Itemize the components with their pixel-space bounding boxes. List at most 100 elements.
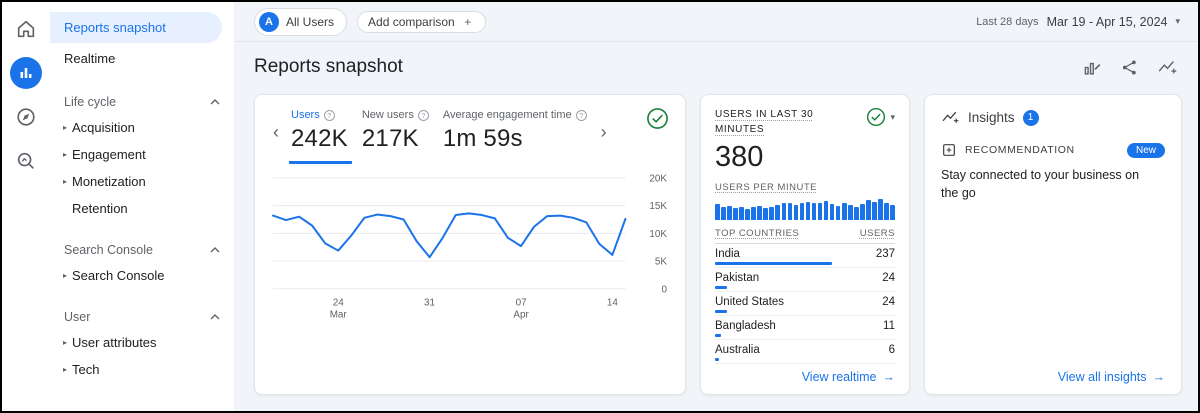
- sidebar-item-reports-snapshot[interactable]: Reports snapshot: [50, 12, 222, 43]
- sidebar-item-engagement[interactable]: ▸ Engagement: [50, 141, 234, 168]
- country-bar: [715, 334, 721, 337]
- country-bar-track: [715, 286, 832, 289]
- realtime-header: USERS IN LAST 30 MINUTES ▾: [715, 107, 895, 137]
- per-minute-bar: [721, 207, 726, 220]
- section-header-user[interactable]: User: [50, 305, 234, 329]
- table-header: TOP COUNTRIES USERS: [715, 222, 895, 244]
- nav-home-button[interactable]: [2, 10, 50, 48]
- users-per-minute-label: USERS PER MINUTE: [715, 182, 895, 193]
- per-minute-bar: [830, 204, 835, 220]
- per-minute-bar: [763, 208, 768, 220]
- realtime-check-icon: [866, 107, 886, 127]
- metric-avg-engagement-time[interactable]: Average engagement time ? 1m 59s: [441, 107, 591, 164]
- top-countries-table: TOP COUNTRIES USERS India 237 Pakistan: [715, 222, 895, 364]
- insights-panel-button[interactable]: [1157, 58, 1178, 77]
- sidebar-section-search-console: Search Console ▸ Search Console: [50, 238, 234, 289]
- per-minute-bar: [745, 209, 750, 220]
- date-range-picker[interactable]: Last 28 days Mar 19 - Apr 15, 2024 ▾: [976, 15, 1180, 29]
- per-minute-bar: [751, 207, 756, 220]
- explore-icon: [15, 106, 37, 128]
- svg-text:10K: 10K: [649, 229, 667, 240]
- table-row[interactable]: Bangladesh 11: [715, 316, 895, 340]
- table-row[interactable]: Pakistan 24: [715, 268, 895, 292]
- col-users: USERS: [860, 228, 895, 239]
- sidebar-item-monetization[interactable]: ▸ Monetization: [50, 168, 234, 195]
- metrics-prev-button[interactable]: ‹: [271, 123, 281, 141]
- per-minute-bar: [739, 207, 744, 220]
- insights-header: Insights 1: [941, 109, 1165, 126]
- chevron-up-icon: [210, 99, 220, 105]
- per-minute-bar: [788, 203, 793, 220]
- metric-label: New users: [362, 109, 414, 121]
- sidebar-item-search-console[interactable]: ▸ Search Console: [50, 262, 234, 289]
- per-minute-bar: [848, 205, 853, 220]
- country-name: Pakistan: [715, 272, 759, 284]
- sidebar-item-tech[interactable]: ▸ Tech: [50, 356, 234, 383]
- insight-message[interactable]: Stay connected to your business on the g…: [941, 166, 1151, 202]
- per-minute-bar: [812, 203, 817, 220]
- arrow-right-icon: →: [883, 370, 896, 384]
- country-users: 6: [889, 344, 895, 356]
- insights-icon: [941, 109, 960, 126]
- sidebar: Reports snapshot Realtime Life cycle ▸ A…: [50, 2, 234, 411]
- metric-users[interactable]: Users ? 242K: [289, 107, 352, 164]
- sidebar-item-acquisition[interactable]: ▸ Acquisition: [50, 114, 234, 141]
- nav-explore-button[interactable]: [2, 98, 50, 136]
- per-minute-bar: [757, 206, 762, 220]
- table-row[interactable]: Australia 6: [715, 340, 895, 364]
- cards-row: ‹ Users ? 242K New users ? 217K: [234, 94, 1198, 411]
- add-comparison-chip[interactable]: Add comparison +: [357, 11, 486, 33]
- ga4-app: Reports snapshot Realtime Life cycle ▸ A…: [0, 0, 1200, 413]
- metric-label: Users: [291, 109, 320, 121]
- view-realtime-link[interactable]: View realtime →: [802, 370, 895, 384]
- per-minute-bar: [818, 203, 823, 220]
- svg-text:31: 31: [424, 298, 436, 309]
- page-title: Reports snapshot: [254, 56, 403, 78]
- section-title: Search Console: [64, 243, 153, 257]
- metrics-next-button[interactable]: ›: [599, 123, 609, 141]
- section-title: User: [64, 310, 90, 324]
- audience-label: All Users: [286, 15, 334, 29]
- customize-report-button[interactable]: [1083, 58, 1102, 77]
- nav-reports-button[interactable]: [2, 54, 50, 92]
- per-minute-bar: [836, 206, 841, 220]
- country-bar-track: [715, 334, 832, 337]
- sidebar-item-user-attributes[interactable]: ▸ User attributes: [50, 329, 234, 356]
- metrics-header: ‹ Users ? 242K New users ? 217K: [271, 107, 669, 164]
- country-bar-track: [715, 262, 832, 265]
- insights-sparkline-icon: [1157, 58, 1178, 77]
- main-area: A All Users Add comparison + Last 28 day…: [234, 2, 1198, 411]
- help-icon[interactable]: ?: [324, 110, 335, 121]
- svg-text:24: 24: [333, 298, 345, 309]
- per-minute-bar: [884, 203, 889, 220]
- sidebar-item-label: Engagement: [72, 147, 146, 162]
- topbar: A All Users Add comparison + Last 28 day…: [234, 2, 1198, 42]
- data-quality-check-icon[interactable]: [646, 107, 669, 130]
- table-row[interactable]: India 237: [715, 244, 895, 268]
- expand-arrow-icon: ▸: [58, 365, 72, 374]
- country-name: Australia: [715, 344, 760, 356]
- customize-report-icon: [1083, 58, 1102, 77]
- sidebar-item-realtime[interactable]: Realtime: [50, 43, 234, 74]
- realtime-status-dropdown[interactable]: ▾: [866, 107, 895, 127]
- nav-advertising-button[interactable]: [2, 142, 50, 180]
- view-all-insights-link[interactable]: View all insights →: [1058, 370, 1165, 384]
- help-icon[interactable]: ?: [576, 110, 587, 121]
- help-icon[interactable]: ?: [418, 110, 429, 121]
- section-header-life-cycle[interactable]: Life cycle: [50, 90, 234, 114]
- expand-arrow-icon: ▸: [58, 271, 72, 280]
- section-header-search-console[interactable]: Search Console: [50, 238, 234, 262]
- users-line-chart: 05K10K15K20K24Mar3107Apr14: [271, 168, 669, 334]
- page-header: Reports snapshot: [234, 42, 1198, 94]
- all-users-chip[interactable]: A All Users: [254, 8, 347, 36]
- country-name: Bangladesh: [715, 320, 776, 332]
- table-row[interactable]: United States 24: [715, 292, 895, 316]
- country-bar: [715, 262, 832, 265]
- metric-new-users[interactable]: New users ? 217K: [360, 107, 433, 164]
- share-button[interactable]: [1120, 58, 1139, 77]
- per-minute-bar: [727, 206, 732, 220]
- realtime-title: USERS IN LAST 30 MINUTES: [715, 107, 862, 137]
- sidebar-item-retention[interactable]: Retention: [50, 195, 234, 222]
- per-minute-bar: [824, 201, 829, 220]
- per-minute-bar: [806, 202, 811, 220]
